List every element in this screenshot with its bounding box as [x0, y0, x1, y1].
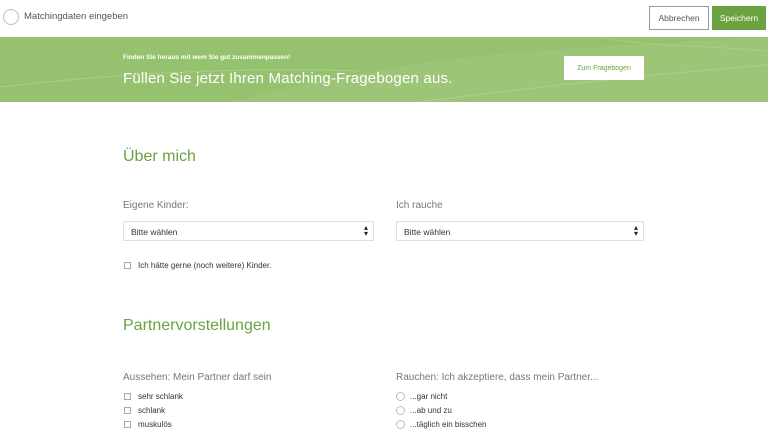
about-heading: Über mich — [123, 148, 196, 165]
cancel-button[interactable]: Abbrechen — [649, 6, 709, 30]
smoking-option-label: ...täglich ein bisschen — [410, 420, 487, 429]
select-arrows-icon: ▴ ▾ — [363, 223, 368, 238]
top-bar: Matchingdaten eingeben Abbrechen Speiche… — [0, 0, 768, 36]
questionnaire-banner: Finden Sie heraus mit wem Sie gut zusamm… — [0, 37, 768, 102]
save-button[interactable]: Speichern — [712, 6, 766, 30]
radio-icon[interactable] — [396, 420, 405, 429]
smoke-label: Ich rauche — [396, 200, 443, 211]
select-arrows-icon: ▴ ▾ — [633, 223, 638, 238]
looks-option-label: muskulös — [138, 420, 172, 429]
smoking-option-label: ...ab und zu — [410, 406, 452, 415]
checkbox-icon[interactable] — [124, 262, 131, 269]
partner-heading: Partnervorstellungen — [123, 317, 271, 334]
looks-label: Aussehen: Mein Partner darf sein — [123, 372, 272, 383]
looks-option[interactable]: sehr schlank — [124, 392, 183, 401]
page-title: Matchingdaten eingeben — [24, 11, 129, 22]
smoke-select[interactable]: Bitte wählen ▴ ▾ — [396, 221, 644, 241]
smoking-option[interactable]: ...ab und zu — [396, 406, 452, 415]
wish-children-label: Ich hätte gerne (noch weitere) Kinder. — [138, 261, 272, 270]
radio-icon[interactable] — [396, 392, 405, 401]
smoking-option[interactable]: ...gar nicht — [396, 392, 447, 401]
looks-option[interactable]: muskulös — [124, 420, 172, 429]
banner-headline: Füllen Sie jetzt Ihren Matching-Fragebog… — [123, 70, 453, 87]
radio-icon[interactable] — [396, 406, 405, 415]
children-select-value: Bitte wählen — [131, 227, 178, 237]
step-circle-icon — [3, 9, 19, 25]
looks-option-label: schlank — [138, 406, 166, 415]
checkbox-icon[interactable] — [124, 407, 131, 414]
wish-children-checkbox[interactable]: Ich hätte gerne (noch weitere) Kinder. — [124, 261, 271, 270]
banner-kicker: Finden Sie heraus mit wem Sie gut zusamm… — [123, 54, 291, 61]
smoking-option-label: ...gar nicht — [410, 392, 448, 401]
questionnaire-button[interactable]: Zum Fragebogen — [564, 56, 644, 80]
smoke-select-value: Bitte wählen — [404, 227, 451, 237]
looks-option[interactable]: schlank — [124, 406, 165, 415]
looks-option-label: sehr schlank — [138, 392, 183, 401]
checkbox-icon[interactable] — [124, 393, 131, 400]
smoking-option[interactable]: ...täglich ein bisschen — [396, 420, 487, 429]
children-label: Eigene Kinder: — [123, 200, 189, 211]
checkbox-icon[interactable] — [124, 421, 131, 428]
smoking-label: Rauchen: Ich akzeptiere, dass mein Partn… — [396, 372, 599, 383]
children-select[interactable]: Bitte wählen ▴ ▾ — [123, 221, 374, 241]
